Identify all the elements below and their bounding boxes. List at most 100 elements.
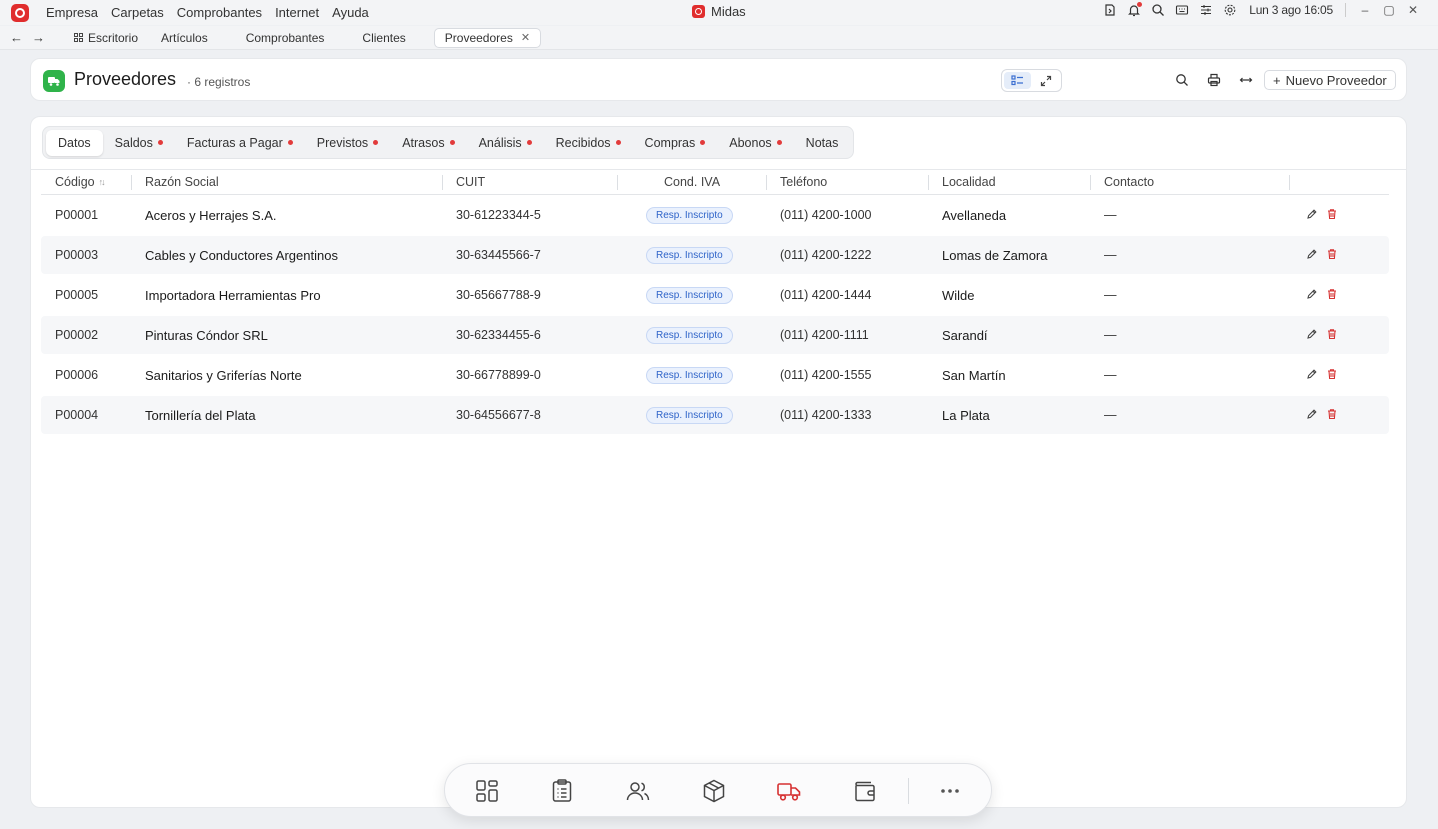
cell-tel: (011) 4200-1111 (780, 328, 869, 342)
trash-icon[interactable] (1326, 408, 1338, 420)
table-row[interactable]: P00005 Importadora Herramientas Pro 30-656… (41, 276, 1389, 314)
wallet-icon[interactable] (851, 777, 879, 805)
section-tab-atrasos[interactable]: Atrasos (390, 130, 466, 156)
trash-icon[interactable] (1326, 328, 1338, 340)
col-separator[interactable] (442, 175, 443, 190)
print-icon[interactable] (1205, 71, 1223, 89)
col-separator[interactable] (131, 175, 132, 190)
trash-icon[interactable] (1326, 368, 1338, 380)
table-row[interactable]: P00004 Tornillería del Plata 30-64556677-8… (41, 396, 1389, 434)
trash-icon[interactable] (1326, 248, 1338, 260)
minimize-icon[interactable]: – (1358, 3, 1372, 17)
forward-arrow-icon[interactable]: → (32, 30, 45, 45)
section-tab-saldos[interactable]: Saldos (103, 130, 175, 156)
tab-close-icon[interactable]: ✕ (521, 31, 530, 44)
gear-icon[interactable] (1223, 3, 1237, 17)
tab-articulos[interactable]: Artículos (151, 28, 218, 48)
dashboard-icon[interactable] (473, 777, 501, 805)
tab-comprobantes[interactable]: Comprobantes (236, 28, 335, 48)
table-header: Código ↑↓ Razón Social CUIT Cond. IVA Tel… (41, 171, 1389, 195)
users-icon[interactable] (624, 777, 652, 805)
cell-localidad: La Plata (942, 408, 990, 423)
maximize-icon[interactable]: ▢ (1382, 3, 1396, 17)
trash-icon[interactable] (1326, 288, 1338, 300)
box-icon[interactable] (700, 777, 728, 805)
section-tab-recibidos[interactable]: Recibidos (544, 130, 633, 156)
menu-carpetas[interactable]: Carpetas (111, 5, 164, 20)
col-separator[interactable] (928, 175, 929, 190)
col-separator[interactable] (1090, 175, 1091, 190)
bottom-dock (444, 763, 992, 817)
section-tab-label: Datos (58, 135, 91, 150)
menu-empresa[interactable]: Empresa (46, 5, 98, 20)
keyboard-icon[interactable] (1175, 3, 1189, 17)
menu-internet[interactable]: Internet (275, 5, 319, 20)
col-localidad[interactable]: Localidad (942, 175, 996, 189)
col-separator[interactable] (617, 175, 618, 190)
bell-icon[interactable] (1127, 2, 1143, 17)
cell-localidad: Avellaneda (942, 208, 1007, 223)
width-toggle-icon[interactable] (1237, 71, 1255, 89)
iva-badge: Resp. Inscripto (646, 327, 733, 344)
truck-icon[interactable] (775, 777, 803, 805)
search-icon[interactable] (1151, 3, 1165, 17)
edit-icon[interactable] (1306, 248, 1318, 260)
cell-cuit: 30-61223344-5 (456, 208, 541, 222)
app-logo-icon[interactable] (11, 3, 29, 22)
section-tab-notas[interactable]: Notas (794, 130, 851, 156)
edit-icon[interactable] (1306, 408, 1318, 420)
status-dot (449, 140, 455, 145)
close-icon[interactable]: ✕ (1406, 3, 1420, 17)
new-provider-button[interactable]: + Nuevo Proveedor (1264, 70, 1396, 90)
table-row[interactable]: P00002 Pinturas Cóndor SRL 30-62334455-6 (0… (41, 316, 1389, 354)
tab-clientes[interactable]: Clientes (352, 28, 415, 48)
edit-icon[interactable] (1306, 208, 1318, 220)
section-tab-facturas-a-pagar[interactable]: Facturas a Pagar (175, 130, 305, 156)
tab-proveedores[interactable]: Proveedores ✕ (433, 27, 542, 48)
col-codigo[interactable]: Código ↑↓ (55, 175, 106, 189)
col-razon-social[interactable]: Razón Social (145, 175, 219, 189)
clipboard-icon[interactable] (548, 777, 576, 805)
sync-icon[interactable] (1103, 3, 1117, 17)
col-telefono[interactable]: Teléfono (780, 175, 827, 189)
table-row[interactable]: P00001 Aceros y Herrajes S.A. 30-61223344-… (41, 196, 1389, 234)
cell-razon: Sanitarios y Griferías Norte (145, 368, 302, 383)
col-contacto[interactable]: Contacto (1104, 175, 1154, 189)
status-dot (287, 140, 293, 145)
edit-icon[interactable] (1306, 328, 1318, 340)
truck-icon (43, 70, 65, 92)
section-tab-compras[interactable]: Compras (633, 130, 718, 156)
more-icon[interactable] (936, 777, 964, 805)
section-tab-abonos[interactable]: Abonos (717, 130, 793, 156)
edit-icon[interactable] (1306, 368, 1318, 380)
table-row[interactable]: P00003 Cables y Conductores Argentinos 30-… (41, 236, 1389, 274)
tab-comprobantes-label: Comprobantes (245, 30, 325, 45)
cell-cuit: 30-65667788-9 (456, 288, 541, 302)
col-codigo-label: Código (55, 175, 95, 189)
col-cuit[interactable]: CUIT (456, 175, 485, 189)
section-tab-previstos[interactable]: Previstos (305, 130, 390, 156)
clock-day: Lun 3 ago (1249, 3, 1301, 17)
tab-clientes-label: Clientes (362, 30, 406, 45)
search-icon[interactable] (1173, 71, 1191, 89)
table-row[interactable]: P00006 Sanitarios y Griferías Norte 30-667… (41, 356, 1389, 394)
menu-comprobantes[interactable]: Comprobantes (177, 5, 262, 20)
notification-dot (1137, 2, 1143, 7)
menu-ayuda[interactable]: Ayuda (332, 5, 369, 20)
col-separator[interactable] (766, 175, 767, 190)
col-cond-iva[interactable]: Cond. IVA (664, 175, 720, 189)
section-tab-análisis[interactable]: Análisis (467, 130, 544, 156)
back-arrow-icon[interactable]: ← (10, 30, 23, 45)
new-provider-label: Nuevo Proveedor (1285, 72, 1387, 88)
record-count: · 6 registros (187, 75, 251, 89)
col-separator[interactable] (1289, 175, 1290, 190)
section-tab-datos[interactable]: Datos (46, 129, 103, 156)
trash-icon[interactable] (1326, 208, 1338, 220)
sliders-icon[interactable] (1199, 3, 1213, 17)
expand-icon[interactable] (1033, 72, 1060, 89)
tab-escritorio[interactable]: Escritorio (64, 28, 148, 48)
sort-icon[interactable]: ↑↓ (99, 177, 106, 187)
list-view-icon[interactable] (1004, 72, 1031, 89)
edit-icon[interactable] (1306, 288, 1318, 300)
section-tabs: Datos Saldos Facturas a Pagar Previstos Atra… (42, 126, 855, 159)
